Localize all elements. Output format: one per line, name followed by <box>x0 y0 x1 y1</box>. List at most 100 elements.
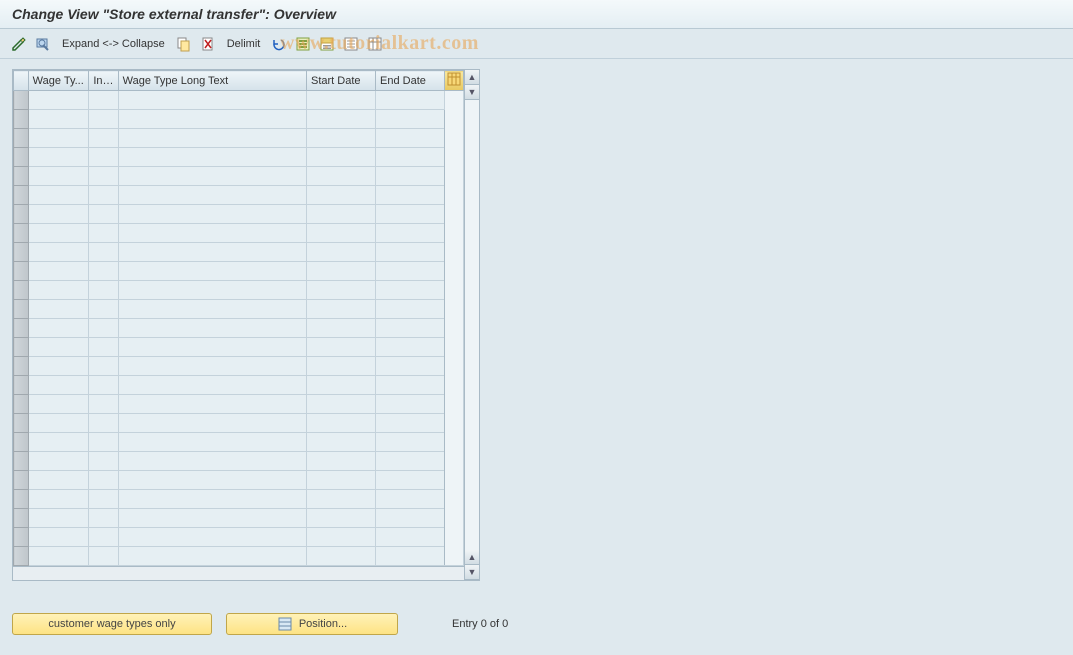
cell-start-date[interactable] <box>306 357 375 376</box>
cell-long-text[interactable] <box>118 414 306 433</box>
cell-start-date[interactable] <box>306 509 375 528</box>
cell-start-date[interactable] <box>306 243 375 262</box>
cell-end-date[interactable] <box>376 433 445 452</box>
cell-end-date[interactable] <box>376 528 445 547</box>
row-selector[interactable] <box>14 547 29 566</box>
table-row[interactable] <box>14 338 464 357</box>
row-selector[interactable] <box>14 281 29 300</box>
table-row[interactable] <box>14 186 464 205</box>
cell-end-date[interactable] <box>376 395 445 414</box>
cell-long-text[interactable] <box>118 91 306 110</box>
cell-wage-type[interactable] <box>28 110 89 129</box>
cell-end-date[interactable] <box>376 281 445 300</box>
cell-long-text[interactable] <box>118 186 306 205</box>
cell-end-date[interactable] <box>376 300 445 319</box>
row-selector[interactable] <box>14 110 29 129</box>
cell-wage-type[interactable] <box>28 509 89 528</box>
cell-start-date[interactable] <box>306 262 375 281</box>
row-selector[interactable] <box>14 91 29 110</box>
cell-long-text[interactable] <box>118 110 306 129</box>
table-row[interactable] <box>14 414 464 433</box>
row-selector[interactable] <box>14 243 29 262</box>
row-selector[interactable] <box>14 490 29 509</box>
table-row[interactable] <box>14 167 464 186</box>
cell-end-date[interactable] <box>376 243 445 262</box>
configure-columns-icon[interactable] <box>445 71 464 91</box>
cell-inf[interactable] <box>89 547 118 566</box>
cell-long-text[interactable] <box>118 357 306 376</box>
cell-inf[interactable] <box>89 338 118 357</box>
table-row[interactable] <box>14 471 464 490</box>
cell-wage-type[interactable] <box>28 490 89 509</box>
table-row[interactable] <box>14 395 464 414</box>
cell-long-text[interactable] <box>118 129 306 148</box>
row-selector[interactable] <box>14 186 29 205</box>
row-selector[interactable] <box>14 528 29 547</box>
copy-icon[interactable] <box>175 35 193 53</box>
select-all-icon[interactable] <box>294 35 312 53</box>
cell-end-date[interactable] <box>376 262 445 281</box>
row-selector[interactable] <box>14 319 29 338</box>
col-inf[interactable]: Inf... <box>89 71 118 91</box>
cell-inf[interactable] <box>89 433 118 452</box>
cell-inf[interactable] <box>89 186 118 205</box>
cell-inf[interactable] <box>89 300 118 319</box>
row-selector[interactable] <box>14 414 29 433</box>
cell-long-text[interactable] <box>118 490 306 509</box>
cell-inf[interactable] <box>89 319 118 338</box>
cell-long-text[interactable] <box>118 547 306 566</box>
cell-inf[interactable] <box>89 91 118 110</box>
row-selector[interactable] <box>14 205 29 224</box>
cell-start-date[interactable] <box>306 91 375 110</box>
cell-wage-type[interactable] <box>28 376 89 395</box>
row-selector[interactable] <box>14 224 29 243</box>
position-button[interactable]: Position... <box>226 613 398 635</box>
cell-start-date[interactable] <box>306 186 375 205</box>
cell-inf[interactable] <box>89 376 118 395</box>
cell-end-date[interactable] <box>376 357 445 376</box>
expand-collapse-button[interactable]: Expand <-> Collapse <box>58 36 169 52</box>
table-row[interactable] <box>14 148 464 167</box>
table-row[interactable] <box>14 319 464 338</box>
cell-end-date[interactable] <box>376 129 445 148</box>
row-selector[interactable] <box>14 395 29 414</box>
cell-inf[interactable] <box>89 243 118 262</box>
table-row[interactable] <box>14 490 464 509</box>
row-selector[interactable] <box>14 148 29 167</box>
delete-icon[interactable] <box>199 35 217 53</box>
cell-inf[interactable] <box>89 148 118 167</box>
cell-wage-type[interactable] <box>28 528 89 547</box>
cell-end-date[interactable] <box>376 224 445 243</box>
cell-long-text[interactable] <box>118 471 306 490</box>
delimit-button[interactable]: Delimit <box>223 36 265 52</box>
cell-start-date[interactable] <box>306 528 375 547</box>
cell-long-text[interactable] <box>118 148 306 167</box>
table-row[interactable] <box>14 376 464 395</box>
table-row[interactable] <box>14 262 464 281</box>
cell-long-text[interactable] <box>118 395 306 414</box>
cell-wage-type[interactable] <box>28 224 89 243</box>
table-row[interactable] <box>14 91 464 110</box>
scroll-track[interactable] <box>465 100 479 550</box>
cell-wage-type[interactable] <box>28 319 89 338</box>
cell-wage-type[interactable] <box>28 167 89 186</box>
cell-long-text[interactable] <box>118 243 306 262</box>
undo-icon[interactable] <box>270 35 288 53</box>
cell-long-text[interactable] <box>118 300 306 319</box>
cell-start-date[interactable] <box>306 490 375 509</box>
row-selector-header[interactable] <box>14 71 29 91</box>
table-row[interactable] <box>14 528 464 547</box>
table-row[interactable] <box>14 300 464 319</box>
row-selector[interactable] <box>14 357 29 376</box>
cell-end-date[interactable] <box>376 509 445 528</box>
cell-wage-type[interactable] <box>28 471 89 490</box>
cell-wage-type[interactable] <box>28 148 89 167</box>
row-selector[interactable] <box>14 129 29 148</box>
cell-inf[interactable] <box>89 490 118 509</box>
row-selector[interactable] <box>14 471 29 490</box>
row-selector[interactable] <box>14 262 29 281</box>
cell-long-text[interactable] <box>118 376 306 395</box>
row-selector[interactable] <box>14 376 29 395</box>
cell-long-text[interactable] <box>118 338 306 357</box>
cell-inf[interactable] <box>89 167 118 186</box>
